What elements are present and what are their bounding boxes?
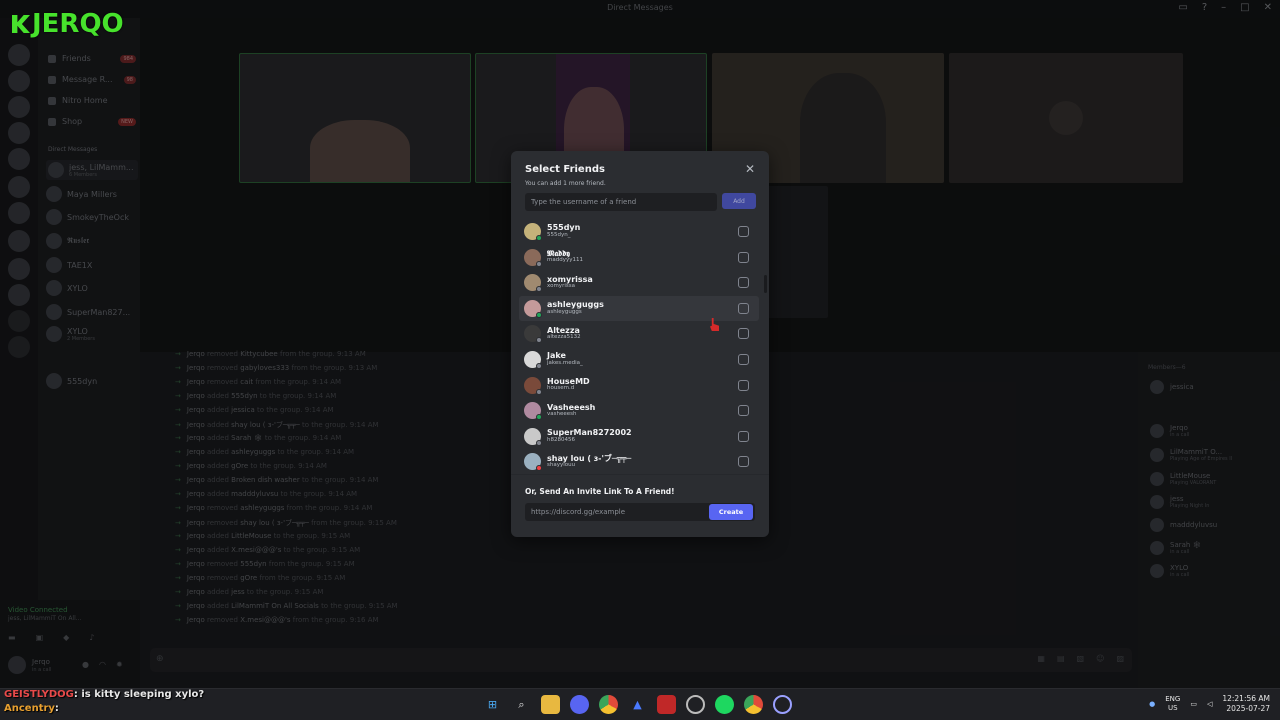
chrome-icon[interactable] <box>599 695 618 714</box>
scrollbar[interactable] <box>764 275 767 293</box>
friend-row[interactable]: Altezza altezza5132 <box>519 321 759 346</box>
friend-username: altezza5132 <box>547 334 581 341</box>
friend-username: housem.d <box>547 385 575 392</box>
avatar <box>524 325 542 344</box>
modal-subtitle: You can add 1 more friend. <box>525 180 606 187</box>
status-indicator <box>536 337 542 344</box>
status-indicator <box>536 363 542 369</box>
avatar <box>524 299 542 318</box>
stream-chat-overlay: GEISTLYDOG: is kitty sleeping xylo? Ancen… <box>4 688 204 716</box>
friend-username: h8280456 <box>547 436 575 443</box>
friend-row[interactable]: shay lou ( ɜ-'ブ─╦╤─ shayylouu <box>519 449 759 473</box>
invite-heading: Or, Send An Invite Link To A Friend! <box>525 487 675 496</box>
add-button[interactable]: Add <box>722 193 756 209</box>
friend-row[interactable]: 555dyn 555dyn_ <box>519 219 759 244</box>
network-icon[interactable]: ▭ <box>1190 700 1197 708</box>
chat-user: Ancentry <box>4 703 55 714</box>
stream-chat-line: Ancentry: <box>4 703 59 714</box>
select-friends-modal: Select Friends You can add 1 more friend… <box>511 151 769 537</box>
discord-app: Direct Messages ▭ ? – □ ✕ Friends 984 Me… <box>0 0 1280 688</box>
invite-link-input[interactable] <box>531 503 701 521</box>
status-indicator <box>536 286 542 293</box>
clock[interactable]: 12:21:56 AM 2025-07-27 <box>1222 694 1270 714</box>
status-indicator <box>536 235 542 241</box>
avatar <box>524 223 542 241</box>
friend-list: 555dyn 555dyn_ 𝕸𝖆𝖉𝖉𝖞 maddyyy111 xomyrissa xom… <box>519 219 761 473</box>
status-indicator <box>536 414 542 421</box>
mic-icon[interactable]: ● <box>1149 700 1155 708</box>
spotify-icon[interactable] <box>715 695 734 714</box>
app-icon[interactable] <box>773 695 792 714</box>
file-explorer-icon[interactable] <box>541 695 560 714</box>
friend-username: vasheeesh <box>547 411 577 417</box>
friend-username: 555dyn_ <box>547 231 571 238</box>
friend-checkbox[interactable] <box>738 302 749 314</box>
divider <box>511 474 769 475</box>
friend-checkbox[interactable] <box>738 251 749 263</box>
discord-icon[interactable] <box>570 695 589 714</box>
chat-user: GEISTLYDOG <box>4 689 74 700</box>
status-indicator <box>536 311 542 318</box>
invite-link-box: Create <box>525 503 755 521</box>
avatar <box>524 376 542 395</box>
stream-logo: JERQO <box>12 9 124 39</box>
search-icon[interactable]: ⌕ <box>512 695 531 714</box>
friend-checkbox[interactable] <box>738 456 749 468</box>
windows-start-icon[interactable]: ⊞ <box>483 695 502 714</box>
friend-row[interactable]: ashleyguggs ashleyguggs <box>519 295 759 321</box>
app-icon[interactable]: ▲ <box>628 695 647 714</box>
status-indicator <box>536 260 542 267</box>
obs-app-icon[interactable] <box>657 695 676 714</box>
friend-checkbox[interactable] <box>738 277 749 289</box>
friend-row[interactable]: 𝕸𝖆𝖉𝖉𝖞 maddyyy111 <box>519 245 759 270</box>
friend-checkbox[interactable] <box>738 226 749 237</box>
chrome-icon[interactable] <box>744 695 763 714</box>
obs-icon[interactable] <box>686 695 705 714</box>
volume-icon[interactable]: ◁ <box>1207 700 1212 708</box>
status-indicator <box>536 388 542 395</box>
friend-search-input[interactable] <box>525 193 717 211</box>
avatar <box>524 351 542 369</box>
friend-row[interactable]: HouseMD housem.d <box>519 373 759 398</box>
friend-username: jakes.media_ <box>547 359 583 366</box>
status-indicator <box>536 439 542 446</box>
friend-checkbox[interactable] <box>738 328 749 340</box>
friend-username: maddyyy111 <box>547 257 583 264</box>
close-icon[interactable]: ✕ <box>745 162 755 176</box>
create-button[interactable]: Create <box>709 504 753 520</box>
avatar <box>524 274 542 293</box>
k-logo-icon <box>12 15 30 33</box>
friend-username: ashleyguggs <box>547 308 582 315</box>
friend-checkbox[interactable] <box>738 354 749 365</box>
stream-chat-line: GEISTLYDOG: is kitty sleeping xylo? <box>4 689 205 700</box>
modal-title: Select Friends <box>525 164 605 175</box>
friend-username: xomyrissa <box>547 283 575 289</box>
friend-checkbox[interactable] <box>738 430 749 442</box>
avatar <box>524 453 542 472</box>
avatar <box>524 248 542 267</box>
avatar <box>524 402 542 421</box>
friend-checkbox[interactable] <box>738 379 749 391</box>
friend-row[interactable]: Vasheeesh vasheeesh <box>519 398 759 423</box>
friend-row[interactable]: SuperMan8272002 h8280456 <box>519 424 759 449</box>
friend-row[interactable]: Jake jakes.media_ <box>519 347 759 372</box>
status-indicator <box>536 465 542 472</box>
friend-username: shayylouu <box>547 462 576 469</box>
friend-row[interactable]: xomyrissa xomyrissa <box>519 270 759 295</box>
avatar <box>524 427 542 446</box>
language-indicator[interactable]: ENG US <box>1165 695 1180 712</box>
friend-checkbox[interactable] <box>738 405 749 417</box>
